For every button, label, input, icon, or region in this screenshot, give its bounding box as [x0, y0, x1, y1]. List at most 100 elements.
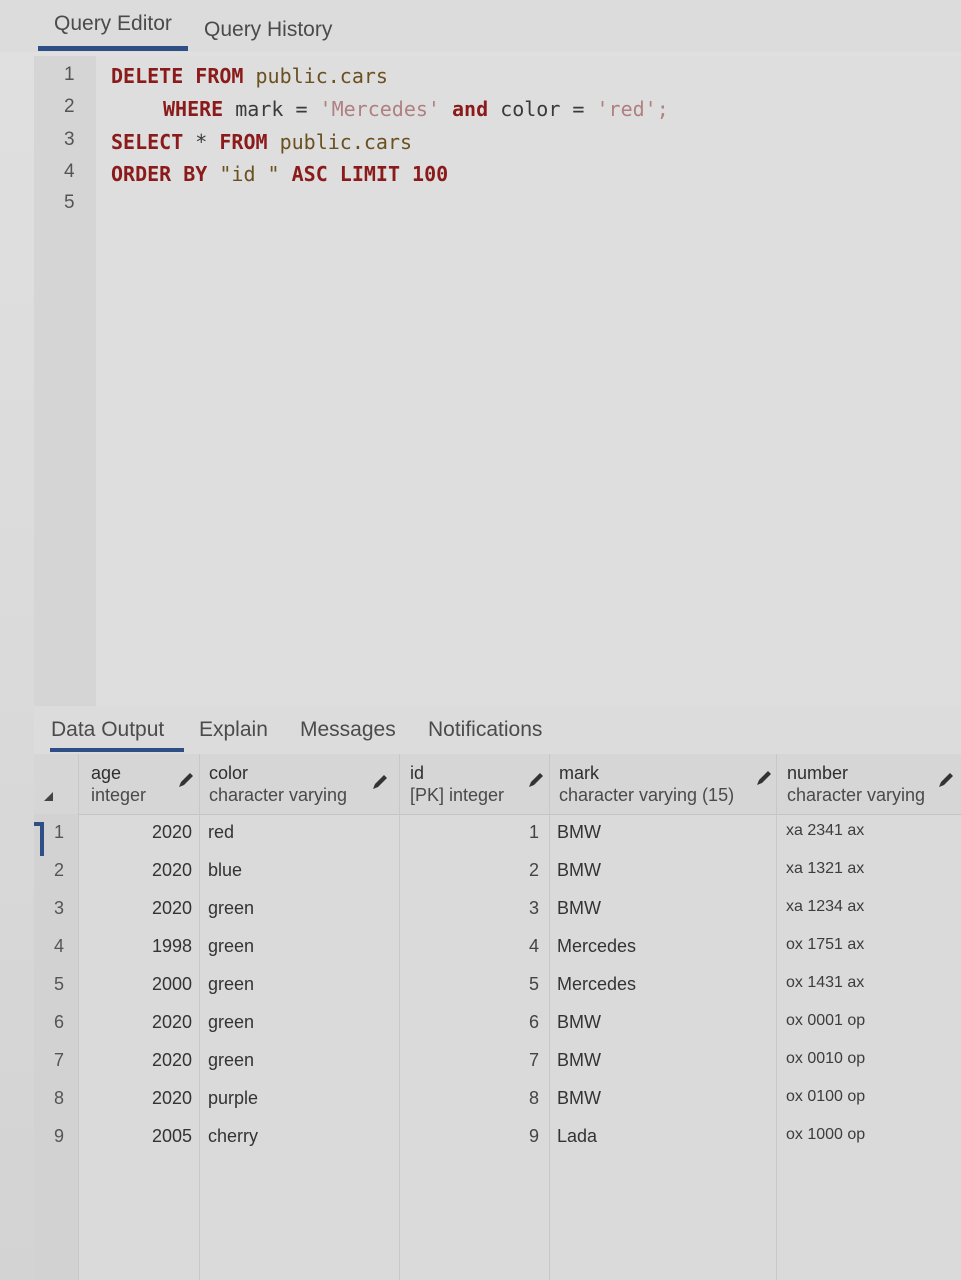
cell-age[interactable]: 2005: [149, 1126, 192, 1147]
cell-color[interactable]: green: [208, 898, 254, 919]
pencil-icon[interactable]: [936, 770, 956, 790]
cell-color[interactable]: green: [208, 1012, 254, 1033]
cell-number[interactable]: ox 1751 ax: [786, 936, 864, 954]
cell-number[interactable]: ox 1000 op: [786, 1126, 865, 1144]
cell-age[interactable]: 2020: [149, 1050, 192, 1071]
table-row[interactable]: 7 2020 green 7 BMW ox 0010 op: [34, 1042, 961, 1080]
tab-messages[interactable]: Messages: [300, 718, 396, 742]
cell-mark[interactable]: BMW: [557, 1012, 601, 1033]
pencil-icon[interactable]: [370, 772, 390, 792]
cell-number[interactable]: xa 2341 ax: [786, 822, 864, 840]
cell-id[interactable]: 5: [524, 974, 539, 995]
tab-query-history[interactable]: Query History: [204, 18, 332, 42]
sql-keyword: FROM: [195, 64, 244, 88]
cell-color[interactable]: green: [208, 974, 254, 995]
sql-keyword: and: [439, 97, 501, 121]
cell-id[interactable]: 1: [524, 822, 539, 843]
table-row[interactable]: 8 2020 purple 8 BMW ox 0100 op: [34, 1080, 961, 1118]
cell-color[interactable]: blue: [208, 860, 242, 881]
sql-string: 'red';: [596, 97, 669, 121]
results-tab-bar: Data Output Explain Messages Notificatio…: [34, 706, 961, 754]
row-number[interactable]: 9: [54, 1126, 64, 1147]
cell-id[interactable]: 8: [524, 1088, 539, 1109]
sql-text: color =: [500, 97, 597, 121]
cell-id[interactable]: 4: [524, 936, 539, 957]
cell-number[interactable]: ox 0100 op: [786, 1088, 865, 1106]
sql-text: *: [183, 130, 220, 154]
cell-id[interactable]: 9: [524, 1126, 539, 1147]
column-header-id[interactable]: id [PK] integer: [410, 762, 504, 806]
table-row[interactable]: 4 1998 green 4 Mercedes ox 1751 ax: [34, 928, 961, 966]
row-number[interactable]: 4: [54, 936, 64, 957]
row-number[interactable]: 3: [54, 898, 64, 919]
sql-keyword: ORDER BY: [111, 162, 208, 186]
cell-age[interactable]: 2000: [149, 974, 192, 995]
cell-mark[interactable]: BMW: [557, 822, 601, 843]
row-number[interactable]: 7: [54, 1050, 64, 1071]
cell-number[interactable]: ox 0001 op: [786, 1012, 865, 1030]
cell-mark[interactable]: BMW: [557, 860, 601, 881]
row-number[interactable]: 8: [54, 1088, 64, 1109]
column-header-color[interactable]: color character varying: [209, 762, 347, 806]
sort-ascending-icon[interactable]: [42, 790, 54, 802]
cell-age[interactable]: 1998: [149, 936, 192, 957]
cell-age[interactable]: 2020: [149, 822, 192, 843]
cell-number[interactable]: xa 1234 ax: [786, 898, 864, 916]
row-number[interactable]: 1: [54, 822, 64, 843]
code-line-1[interactable]: DELETE FROM public.cars: [111, 64, 388, 88]
column-type: [PK] integer: [410, 785, 505, 805]
table-row[interactable]: 9 2005 cherry 9 Lada ox 1000 op: [34, 1118, 961, 1156]
table-row[interactable]: 1 2020 red 1 BMW xa 2341 ax: [34, 814, 961, 852]
cell-color[interactable]: red: [208, 822, 234, 843]
cell-color[interactable]: green: [208, 1050, 254, 1071]
pencil-icon[interactable]: [526, 770, 546, 790]
pencil-icon[interactable]: [176, 770, 196, 790]
table-row[interactable]: 3 2020 green 3 BMW xa 1234 ax: [34, 890, 961, 928]
code-line-2[interactable]: WHERE mark = 'Mercedes' and color = 'red…: [163, 97, 669, 121]
cell-id[interactable]: 6: [524, 1012, 539, 1033]
cell-id[interactable]: 7: [524, 1050, 539, 1071]
column-header-number[interactable]: number character varying: [787, 762, 925, 806]
cell-mark[interactable]: BMW: [557, 898, 601, 919]
tab-data-output[interactable]: Data Output: [51, 718, 164, 742]
column-header-age[interactable]: age integer: [91, 762, 146, 806]
cell-mark[interactable]: Mercedes: [557, 974, 636, 995]
cell-id[interactable]: 3: [524, 898, 539, 919]
cell-color[interactable]: purple: [208, 1088, 258, 1109]
column-type: character varying: [209, 785, 348, 805]
tab-query-editor[interactable]: Query Editor: [54, 12, 172, 36]
sql-table-name: public.cars: [267, 130, 413, 154]
code-line-3[interactable]: SELECT * FROM public.cars: [111, 130, 412, 154]
table-row[interactable]: 5 2000 green 5 Mercedes ox 1431 ax: [34, 966, 961, 1004]
cell-age[interactable]: 2020: [149, 1088, 192, 1109]
cell-age[interactable]: 2020: [149, 860, 192, 881]
cell-number[interactable]: ox 1431 ax: [786, 974, 864, 992]
pgadmin-query-tool: Query Editor Query History 1 2 3 4 5 DEL…: [0, 0, 961, 1280]
sql-text: mark =: [223, 97, 320, 121]
cell-id[interactable]: 2: [524, 860, 539, 881]
cell-number[interactable]: ox 0010 op: [786, 1050, 865, 1068]
column-name: mark: [559, 763, 599, 783]
cell-age[interactable]: 2020: [149, 1012, 192, 1033]
table-row[interactable]: 6 2020 green 6 BMW ox 0001 op: [34, 1004, 961, 1042]
cell-mark[interactable]: BMW: [557, 1088, 601, 1109]
cell-mark[interactable]: Lada: [557, 1126, 597, 1147]
cell-color[interactable]: cherry: [208, 1126, 258, 1147]
column-header-mark[interactable]: mark character varying (15): [559, 762, 734, 806]
cell-color[interactable]: green: [208, 936, 254, 957]
data-output-grid: age integer color character varying id […: [34, 754, 961, 1280]
tab-notifications[interactable]: Notifications: [428, 718, 542, 742]
tab-explain[interactable]: Explain: [199, 718, 268, 742]
table-row[interactable]: 2 2020 blue 2 BMW xa 1321 ax: [34, 852, 961, 890]
line-number: 2: [64, 96, 75, 117]
sql-editor[interactable]: 1 2 3 4 5 DELETE FROM public.cars WHERE …: [34, 56, 961, 706]
row-number[interactable]: 2: [54, 860, 64, 881]
cell-number[interactable]: xa 1321 ax: [786, 860, 864, 878]
cell-age[interactable]: 2020: [149, 898, 192, 919]
row-number[interactable]: 6: [54, 1012, 64, 1033]
code-line-4[interactable]: ORDER BY "id " ASC LIMIT 100: [111, 162, 448, 186]
cell-mark[interactable]: Mercedes: [557, 936, 636, 957]
row-number[interactable]: 5: [54, 974, 64, 995]
cell-mark[interactable]: BMW: [557, 1050, 601, 1071]
pencil-icon[interactable]: [754, 768, 774, 788]
